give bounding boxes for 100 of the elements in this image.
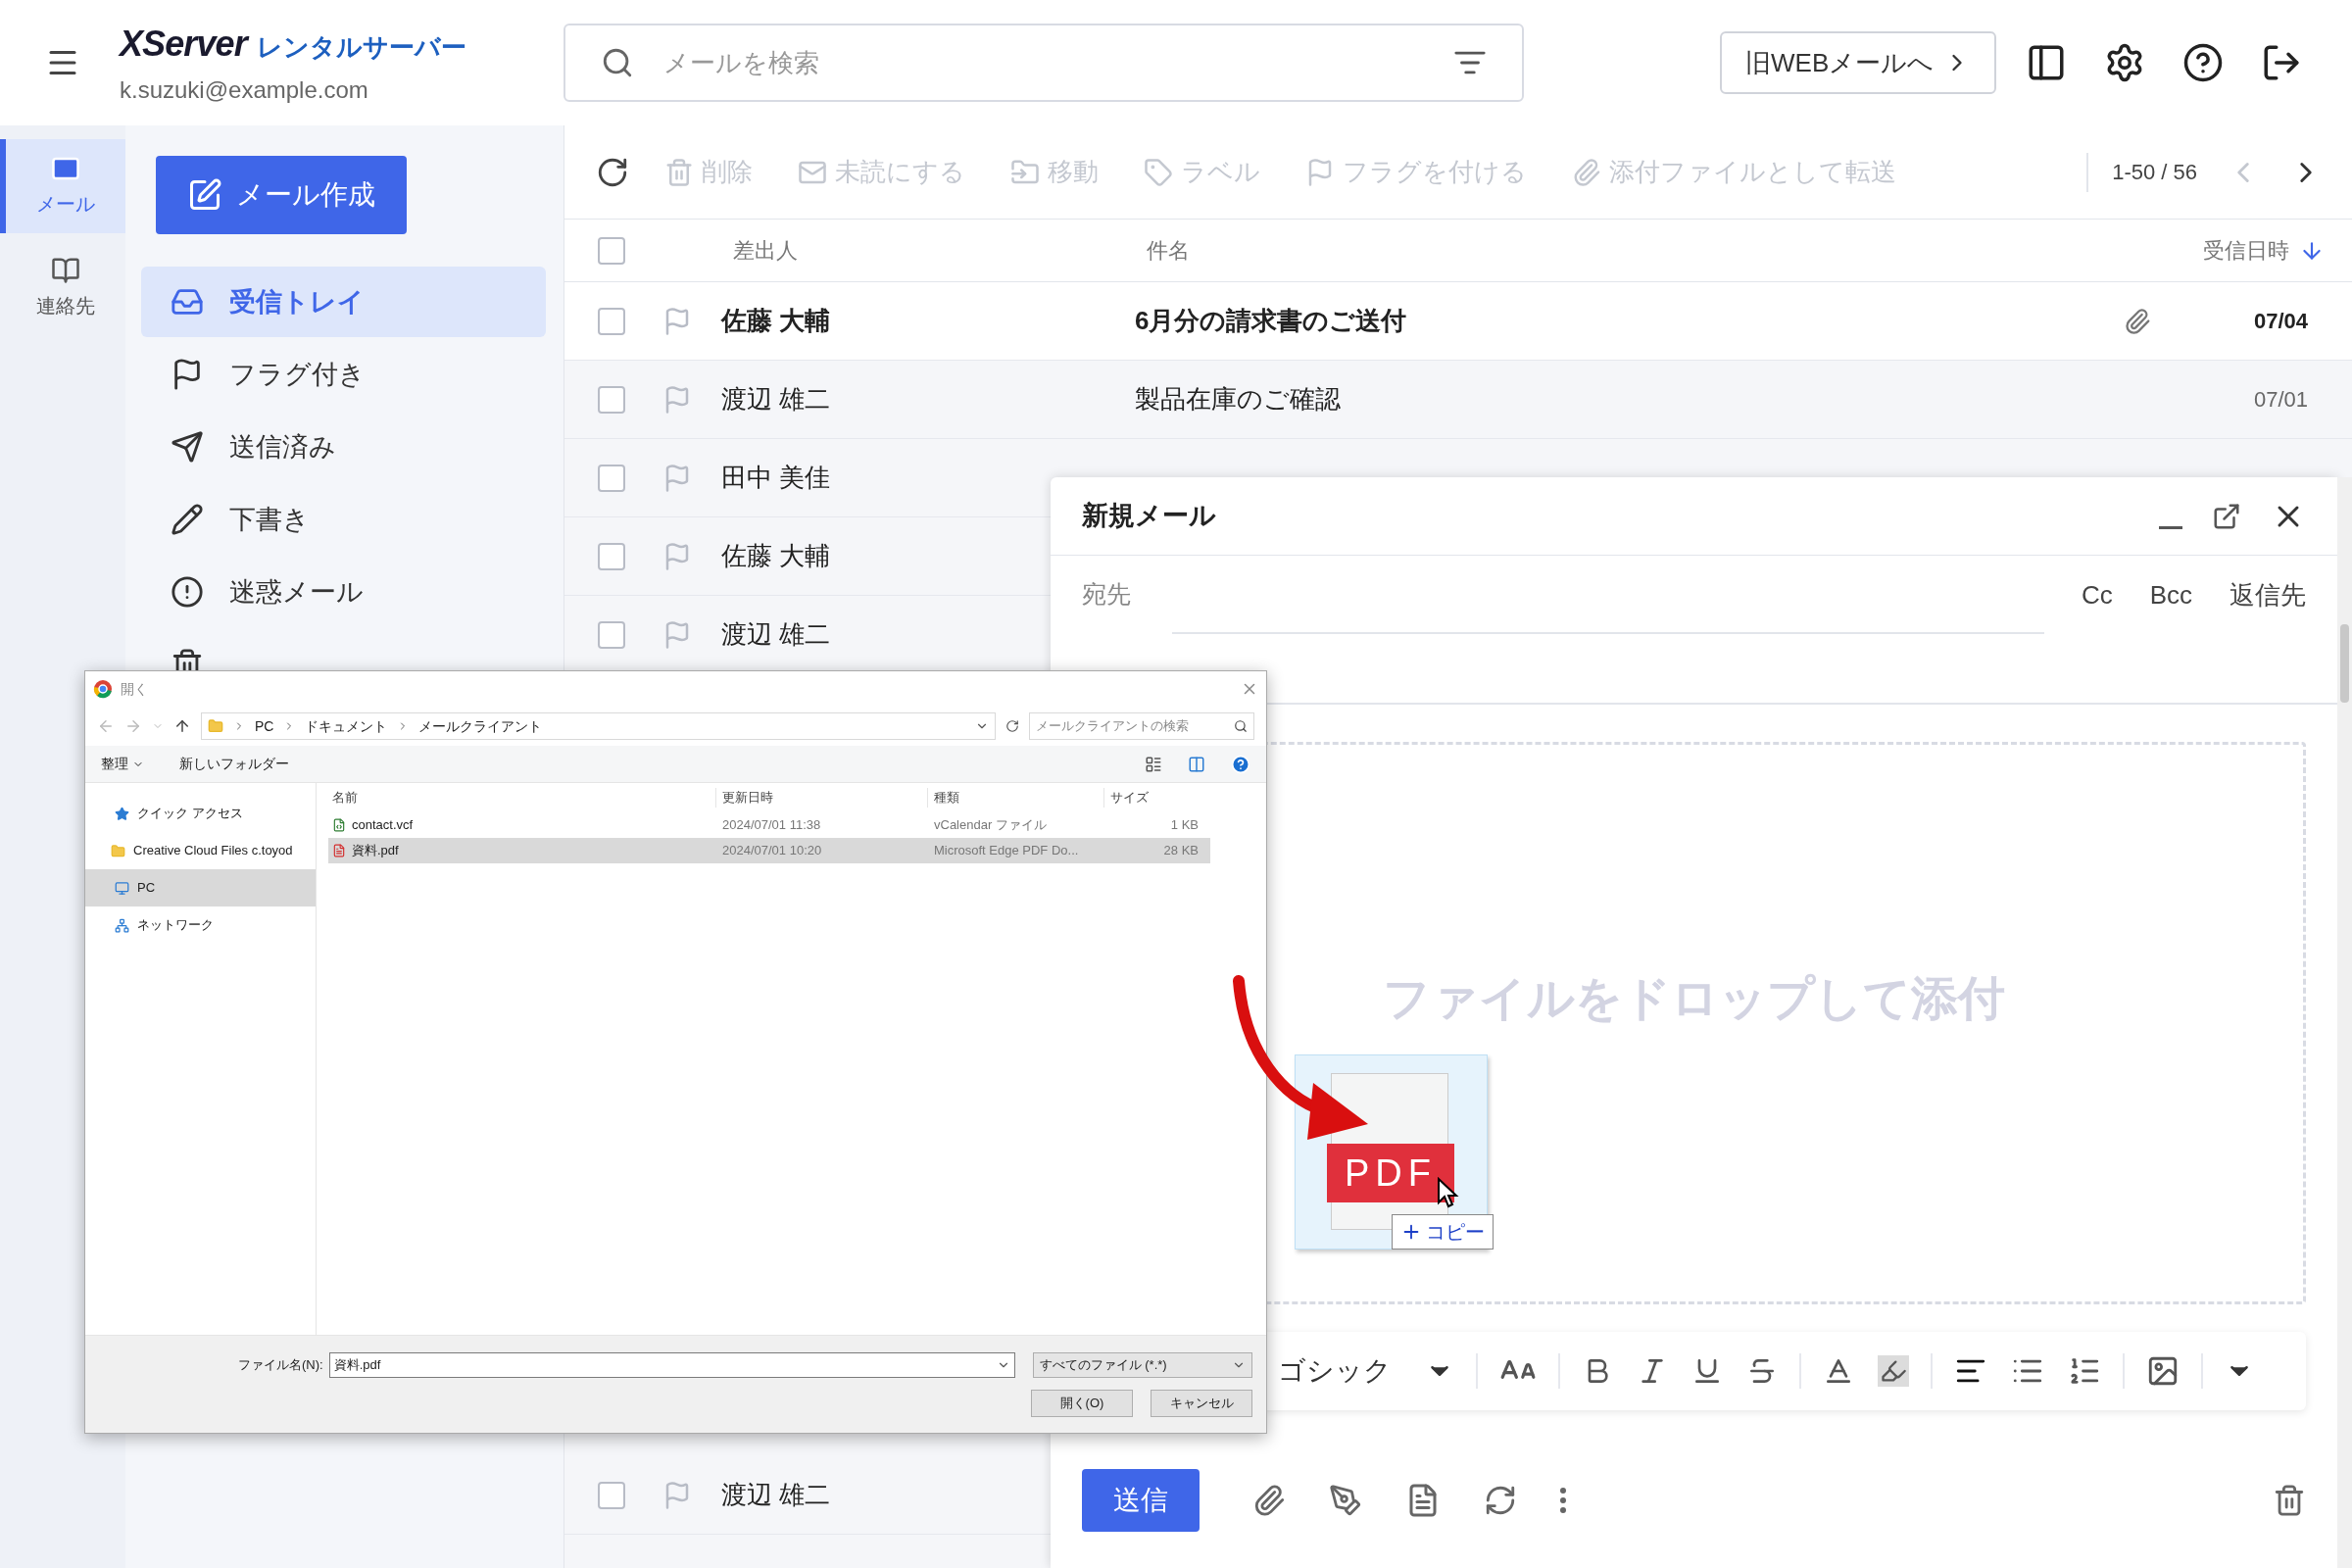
open-button[interactable]: 開く(O) bbox=[1031, 1389, 1133, 1417]
help-icon bbox=[1231, 754, 1250, 774]
logo-tagline: レンタルサーバー bbox=[256, 31, 466, 64]
checkbox[interactable] bbox=[598, 620, 625, 649]
search-bar[interactable]: メールを検索 bbox=[564, 24, 1524, 102]
insert-image-button[interactable] bbox=[2146, 1354, 2180, 1388]
folder-item[interactable]: 下書き bbox=[141, 484, 546, 555]
copy-label: コピー bbox=[1426, 1220, 1485, 1245]
checkbox[interactable] bbox=[598, 236, 625, 265]
nav-item[interactable]: ネットワーク bbox=[85, 906, 316, 944]
subject: 製品在庫のご確認 bbox=[1135, 383, 1341, 416]
file-type: Microsoft Edge PDF Do... bbox=[933, 842, 1080, 860]
legacy-webmail-button[interactable]: 旧WEBメールへ bbox=[1720, 31, 1997, 94]
trash-icon bbox=[2273, 1484, 2306, 1517]
font-name[interactable]: ゴシック bbox=[1278, 1350, 1425, 1392]
column-header[interactable]: 名前 bbox=[328, 788, 716, 808]
nav-item[interactable]: Creative Cloud Files c.toyod bbox=[85, 832, 316, 869]
checkbox[interactable] bbox=[598, 307, 625, 335]
sync-button[interactable] bbox=[1484, 1484, 1517, 1517]
checkbox[interactable] bbox=[598, 1481, 625, 1509]
sender: 佐藤 大輔 bbox=[721, 306, 831, 335]
file-modified: 2024/07/01 11:38 bbox=[721, 816, 822, 835]
date: 07/04 bbox=[2252, 308, 2308, 335]
file-icon bbox=[332, 844, 346, 858]
filename-label: ファイル名(N): bbox=[238, 1355, 323, 1374]
new-folder-button[interactable]: 新しいフォルダー bbox=[179, 754, 289, 774]
recipient-option[interactable]: 返信先 bbox=[2230, 575, 2306, 614]
compose-title: 新規メール bbox=[1082, 500, 1217, 533]
search-input[interactable]: メールを検索 bbox=[663, 43, 1453, 82]
help-button[interactable] bbox=[2182, 42, 2225, 83]
folder-icon bbox=[111, 843, 125, 858]
sender: 渡辺 雄二 bbox=[721, 1480, 831, 1509]
filename-field[interactable]: 資料.pdf bbox=[328, 1351, 1015, 1378]
compose-button[interactable]: メール作成 bbox=[156, 156, 407, 234]
folder-item[interactable]: 迷惑メール bbox=[141, 557, 546, 627]
preview-pane-icon bbox=[1188, 755, 1205, 773]
highlighter-icon bbox=[1880, 1357, 1907, 1385]
more-button[interactable] bbox=[1560, 1488, 1566, 1513]
search-input[interactable]: メールクライアントの検索 bbox=[1036, 716, 1234, 736]
to-label: 宛先 bbox=[1082, 579, 1132, 611]
file-size: 28 KB bbox=[1162, 842, 1200, 860]
filename-value: 資料.pdf bbox=[333, 1355, 382, 1374]
date: 07/01 bbox=[2252, 386, 2308, 414]
checkbox[interactable] bbox=[598, 542, 625, 570]
organize-menu[interactable]: 整理 bbox=[101, 754, 144, 774]
subject: 6月分の請求書のご送付 bbox=[1135, 305, 1407, 337]
scrollbar[interactable] bbox=[2337, 477, 2352, 1568]
recipient-option[interactable]: Bcc bbox=[2149, 575, 2192, 614]
breadcrumb[interactable]: PC bbox=[255, 715, 274, 737]
network-icon bbox=[115, 917, 129, 933]
nav-item[interactable]: クイック アクセス bbox=[85, 795, 316, 832]
file-size: 1 KB bbox=[1169, 816, 1200, 835]
signature-button[interactable] bbox=[1329, 1484, 1362, 1517]
breadcrumb[interactable]: メールクライアント bbox=[418, 715, 543, 737]
column-header[interactable]: 種類 bbox=[928, 788, 1104, 808]
column-header[interactable]: 更新日時 bbox=[716, 788, 928, 808]
column-header[interactable]: サイズ bbox=[1104, 788, 1202, 808]
book-icon bbox=[51, 256, 80, 285]
search-icon bbox=[1234, 719, 1248, 733]
folder-item[interactable]: フラグ付き bbox=[141, 339, 546, 410]
address-bar[interactable]: PC ドキュメント メールクライアント bbox=[201, 712, 996, 740]
checkbox[interactable] bbox=[598, 385, 625, 414]
attach-button[interactable] bbox=[1252, 1484, 1286, 1517]
highlight-button[interactable] bbox=[1878, 1355, 1909, 1387]
folder-item[interactable]: 送信済み bbox=[141, 412, 546, 482]
column-header[interactable]: 受信日時 bbox=[2203, 234, 2289, 267]
nav-item[interactable]: PC bbox=[85, 869, 316, 906]
pagination-count: 1-50 / 56 bbox=[2112, 159, 2197, 186]
file-name: contact.vcf bbox=[352, 816, 414, 835]
file-type-filter[interactable]: すべてのファイル (*.*) bbox=[1032, 1351, 1252, 1378]
search-bar[interactable]: メールクライアントの検索 bbox=[1029, 712, 1254, 740]
refresh-icon bbox=[1484, 1484, 1517, 1517]
paperclip-icon bbox=[1252, 1484, 1286, 1517]
sender: 渡辺 雄二 bbox=[721, 619, 831, 649]
checkbox[interactable] bbox=[598, 464, 625, 492]
rail-item[interactable]: 連絡先 bbox=[0, 241, 125, 335]
monitor-icon bbox=[115, 880, 129, 896]
sender: 佐藤 大輔 bbox=[721, 541, 831, 570]
compose-icon bbox=[187, 177, 222, 213]
discard-button[interactable] bbox=[2273, 1484, 2306, 1517]
file-row[interactable]: 資料.pdf 2024/07/01 10:20 Microsoft Edge PDF Do... 28 KB bbox=[328, 838, 1210, 863]
rail-item[interactable]: メール bbox=[0, 139, 125, 233]
column-header[interactable]: 件名 bbox=[1147, 234, 2203, 267]
pencil-icon bbox=[171, 503, 204, 536]
tag-icon bbox=[1144, 157, 1173, 187]
breadcrumb[interactable]: ドキュメント bbox=[305, 715, 388, 737]
account-email: k.suzuki@example.com bbox=[120, 75, 369, 105]
folder-item[interactable]: 受信トレイ bbox=[141, 267, 546, 337]
search-icon bbox=[601, 46, 634, 79]
refresh-icon bbox=[1005, 719, 1019, 733]
popout-button[interactable] bbox=[2212, 501, 2241, 531]
send-button[interactable]: 送信 bbox=[1082, 1469, 1200, 1532]
column-header[interactable]: 差出人 bbox=[733, 234, 1147, 267]
recipient-option[interactable]: Cc bbox=[2081, 575, 2113, 614]
trash-icon bbox=[664, 157, 694, 187]
cancel-button[interactable]: キャンセル bbox=[1151, 1389, 1252, 1417]
minimize-icon bbox=[2159, 526, 2182, 529]
star-icon bbox=[115, 806, 129, 821]
dialog-title: 開く bbox=[121, 679, 148, 699]
help-icon bbox=[2182, 42, 2225, 83]
